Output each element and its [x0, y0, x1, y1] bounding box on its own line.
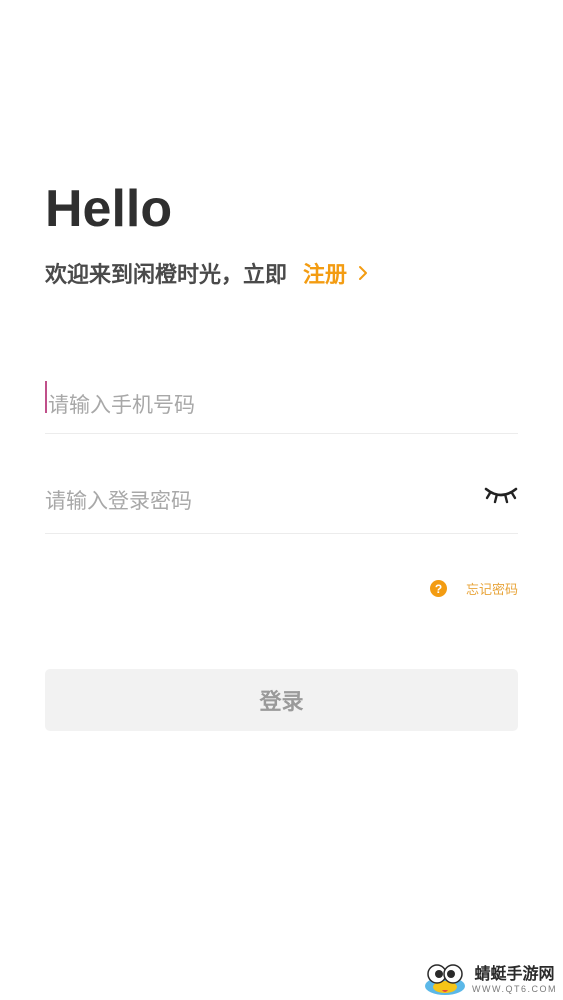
forgot-password-link[interactable]: ? 忘记密码 — [429, 579, 518, 598]
password-field-row — [45, 468, 518, 534]
eye-closed-icon[interactable] — [484, 484, 518, 506]
watermark-name: 蜻蜓手游网 — [474, 963, 555, 983]
login-button[interactable]: 登录 — [45, 669, 518, 731]
register-link[interactable]: 注册 — [303, 257, 371, 289]
phone-input[interactable] — [45, 393, 448, 417]
welcome-text: 欢迎来到闲橙时光，立即 — [45, 263, 288, 288]
text-cursor — [45, 381, 47, 413]
question-circle-icon: ? — [429, 580, 447, 597]
watermark: 蜻蜓手游网 WWW.QT6.COM — [422, 962, 557, 996]
welcome-row: 欢迎来到闲橙时光，立即 注册 — [45, 257, 371, 289]
forgot-password-label: 忘记密码 — [465, 583, 518, 598]
phone-field-row — [45, 377, 518, 434]
chevron-right-icon — [359, 266, 368, 280]
watermark-text: 蜻蜓手游网 WWW.QT6.COM — [472, 964, 557, 995]
password-input[interactable] — [45, 488, 445, 513]
register-label: 注册 — [303, 263, 348, 288]
watermark-url: WWW.QT6.COM — [472, 983, 557, 994]
dragonfly-logo-icon — [425, 964, 465, 995]
greeting-title: Hello — [45, 180, 173, 238]
